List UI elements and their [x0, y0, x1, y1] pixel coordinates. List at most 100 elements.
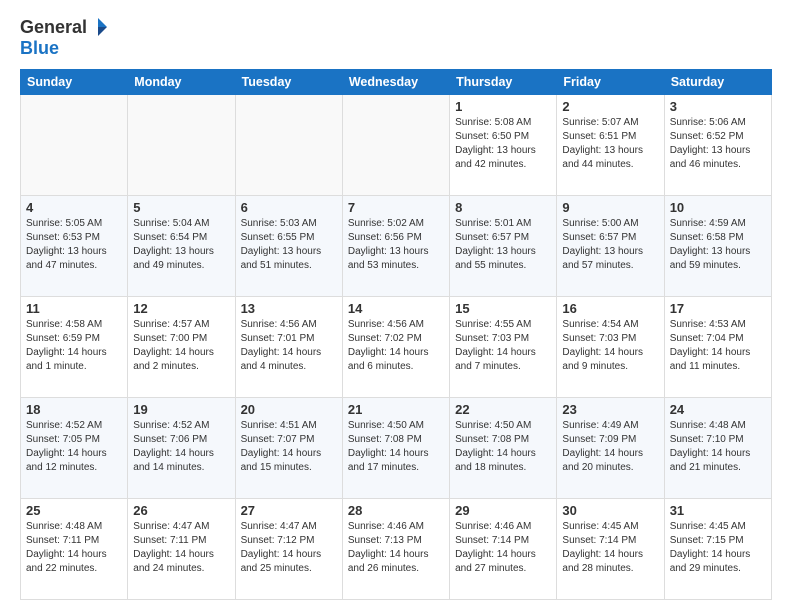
page-header: General Blue: [20, 16, 772, 59]
day-number: 7: [348, 200, 444, 215]
day-number: 30: [562, 503, 658, 518]
day-number: 5: [133, 200, 229, 215]
day-info: Sunrise: 4:50 AM Sunset: 7:08 PM Dayligh…: [455, 419, 551, 475]
day-info: Sunrise: 4:59 AM Sunset: 6:58 PM Dayligh…: [670, 217, 766, 273]
day-number: 27: [241, 503, 337, 518]
weekday-header-sunday: Sunday: [21, 70, 128, 95]
calendar-cell: 5 Sunrise: 5:04 AM Sunset: 6:54 PM Daylig…: [128, 196, 235, 297]
day-info: Sunrise: 4:50 AM Sunset: 7:08 PM Dayligh…: [348, 419, 444, 475]
calendar-cell: 26 Sunrise: 4:47 AM Sunset: 7:11 PM Dayli…: [128, 499, 235, 600]
calendar-cell: 1 Sunrise: 5:08 AM Sunset: 6:50 PM Daylig…: [450, 95, 557, 196]
calendar-cell: 21 Sunrise: 4:50 AM Sunset: 7:08 PM Dayli…: [342, 398, 449, 499]
day-number: 1: [455, 99, 551, 114]
calendar-cell: 29 Sunrise: 4:46 AM Sunset: 7:14 PM Dayli…: [450, 499, 557, 600]
calendar-cell: [342, 95, 449, 196]
calendar-cell: 7 Sunrise: 5:02 AM Sunset: 6:56 PM Daylig…: [342, 196, 449, 297]
calendar-cell: 19Sunrise: 4:52 AM Sunset: 7:06 PM Dayli…: [128, 398, 235, 499]
day-number: 2: [562, 99, 658, 114]
calendar-cell: 17Sunrise: 4:53 AM Sunset: 7:04 PM Dayli…: [664, 297, 771, 398]
calendar-cell: [21, 95, 128, 196]
day-number: 4: [26, 200, 122, 215]
calendar-cell: 10 Sunrise: 4:59 AM Sunset: 6:58 PM Dayli…: [664, 196, 771, 297]
day-info: Sunrise: 4:51 AM Sunset: 7:07 PM Dayligh…: [241, 419, 337, 475]
week-row-1: 1 Sunrise: 5:08 AM Sunset: 6:50 PM Daylig…: [21, 95, 772, 196]
day-info: Sunrise: 4:45 AM Sunset: 7:14 PM Dayligh…: [562, 520, 658, 576]
day-info: Sunrise: 4:52 AM Sunset: 7:06 PM Dayligh…: [133, 419, 229, 475]
weekday-header-wednesday: Wednesday: [342, 70, 449, 95]
day-info: Sunrise: 4:48 AM Sunset: 7:11 PM Dayligh…: [26, 520, 122, 576]
calendar-page: General Blue SundayMondayTuesdayWednesda…: [0, 0, 792, 612]
day-info: Sunrise: 4:46 AM Sunset: 7:14 PM Dayligh…: [455, 520, 551, 576]
day-number: 12: [133, 301, 229, 316]
day-info: Sunrise: 4:47 AM Sunset: 7:11 PM Dayligh…: [133, 520, 229, 576]
calendar-cell: 20 Sunrise: 4:51 AM Sunset: 7:07 PM Dayli…: [235, 398, 342, 499]
day-info: Sunrise: 5:05 AM Sunset: 6:53 PM Dayligh…: [26, 217, 122, 273]
day-info: Sunrise: 4:58 AM Sunset: 6:59 PM Dayligh…: [26, 318, 122, 374]
calendar-cell: 4 Sunrise: 5:05 AM Sunset: 6:53 PM Daylig…: [21, 196, 128, 297]
calendar-cell: 2Sunrise: 5:07 AM Sunset: 6:51 PM Daylig…: [557, 95, 664, 196]
calendar-cell: 3 Sunrise: 5:06 AM Sunset: 6:52 PM Daylig…: [664, 95, 771, 196]
day-info: Sunrise: 4:47 AM Sunset: 7:12 PM Dayligh…: [241, 520, 337, 576]
day-number: 16: [562, 301, 658, 316]
day-number: 26: [133, 503, 229, 518]
day-number: 3: [670, 99, 766, 114]
weekday-header-monday: Monday: [128, 70, 235, 95]
day-number: 24: [670, 402, 766, 417]
day-number: 22: [455, 402, 551, 417]
day-info: Sunrise: 5:00 AM Sunset: 6:57 PM Dayligh…: [562, 217, 658, 273]
calendar-cell: 28 Sunrise: 4:46 AM Sunset: 7:13 PM Dayli…: [342, 499, 449, 600]
calendar-cell: 27 Sunrise: 4:47 AM Sunset: 7:12 PM Dayli…: [235, 499, 342, 600]
weekday-header-row: SundayMondayTuesdayWednesdayThursdayFrid…: [21, 70, 772, 95]
day-number: 13: [241, 301, 337, 316]
weekday-header-saturday: Saturday: [664, 70, 771, 95]
weekday-header-thursday: Thursday: [450, 70, 557, 95]
day-number: 10: [670, 200, 766, 215]
calendar-cell: 24Sunrise: 4:48 AM Sunset: 7:10 PM Dayli…: [664, 398, 771, 499]
day-info: Sunrise: 4:56 AM Sunset: 7:01 PM Dayligh…: [241, 318, 337, 374]
day-number: 25: [26, 503, 122, 518]
day-info: Sunrise: 5:06 AM Sunset: 6:52 PM Dayligh…: [670, 116, 766, 172]
day-info: Sunrise: 4:55 AM Sunset: 7:03 PM Dayligh…: [455, 318, 551, 374]
calendar-cell: [128, 95, 235, 196]
day-info: Sunrise: 4:49 AM Sunset: 7:09 PM Dayligh…: [562, 419, 658, 475]
day-number: 9: [562, 200, 658, 215]
weekday-header-tuesday: Tuesday: [235, 70, 342, 95]
day-info: Sunrise: 4:46 AM Sunset: 7:13 PM Dayligh…: [348, 520, 444, 576]
calendar-cell: 12 Sunrise: 4:57 AM Sunset: 7:00 PM Dayli…: [128, 297, 235, 398]
calendar-cell: 6Sunrise: 5:03 AM Sunset: 6:55 PM Daylig…: [235, 196, 342, 297]
day-info: Sunrise: 5:02 AM Sunset: 6:56 PM Dayligh…: [348, 217, 444, 273]
week-row-3: 11 Sunrise: 4:58 AM Sunset: 6:59 PM Dayli…: [21, 297, 772, 398]
week-row-4: 18Sunrise: 4:52 AM Sunset: 7:05 PM Dayli…: [21, 398, 772, 499]
day-number: 14: [348, 301, 444, 316]
week-row-2: 4 Sunrise: 5:05 AM Sunset: 6:53 PM Daylig…: [21, 196, 772, 297]
day-number: 15: [455, 301, 551, 316]
day-info: Sunrise: 5:04 AM Sunset: 6:54 PM Dayligh…: [133, 217, 229, 273]
day-info: Sunrise: 4:45 AM Sunset: 7:15 PM Dayligh…: [670, 520, 766, 576]
calendar-cell: 11 Sunrise: 4:58 AM Sunset: 6:59 PM Dayli…: [21, 297, 128, 398]
calendar-cell: 15 Sunrise: 4:55 AM Sunset: 7:03 PM Dayli…: [450, 297, 557, 398]
logo: General Blue: [20, 16, 109, 59]
day-info: Sunrise: 5:08 AM Sunset: 6:50 PM Dayligh…: [455, 116, 551, 172]
calendar-cell: 30 Sunrise: 4:45 AM Sunset: 7:14 PM Dayli…: [557, 499, 664, 600]
calendar-cell: 16 Sunrise: 4:54 AM Sunset: 7:03 PM Dayli…: [557, 297, 664, 398]
weekday-header-friday: Friday: [557, 70, 664, 95]
day-number: 11: [26, 301, 122, 316]
day-number: 28: [348, 503, 444, 518]
day-info: Sunrise: 4:53 AM Sunset: 7:04 PM Dayligh…: [670, 318, 766, 374]
week-row-5: 25 Sunrise: 4:48 AM Sunset: 7:11 PM Dayli…: [21, 499, 772, 600]
day-number: 21: [348, 402, 444, 417]
calendar-cell: 31 Sunrise: 4:45 AM Sunset: 7:15 PM Dayli…: [664, 499, 771, 600]
logo-blue: Blue: [20, 38, 59, 59]
day-number: 20: [241, 402, 337, 417]
calendar-cell: 22 Sunrise: 4:50 AM Sunset: 7:08 PM Dayli…: [450, 398, 557, 499]
day-number: 23: [562, 402, 658, 417]
calendar-cell: 14Sunrise: 4:56 AM Sunset: 7:02 PM Dayli…: [342, 297, 449, 398]
day-info: Sunrise: 4:52 AM Sunset: 7:05 PM Dayligh…: [26, 419, 122, 475]
day-info: Sunrise: 4:57 AM Sunset: 7:00 PM Dayligh…: [133, 318, 229, 374]
day-info: Sunrise: 4:54 AM Sunset: 7:03 PM Dayligh…: [562, 318, 658, 374]
day-number: 29: [455, 503, 551, 518]
calendar-cell: 9 Sunrise: 5:00 AM Sunset: 6:57 PM Daylig…: [557, 196, 664, 297]
calendar-cell: 13 Sunrise: 4:56 AM Sunset: 7:01 PM Dayli…: [235, 297, 342, 398]
day-number: 31: [670, 503, 766, 518]
day-number: 8: [455, 200, 551, 215]
